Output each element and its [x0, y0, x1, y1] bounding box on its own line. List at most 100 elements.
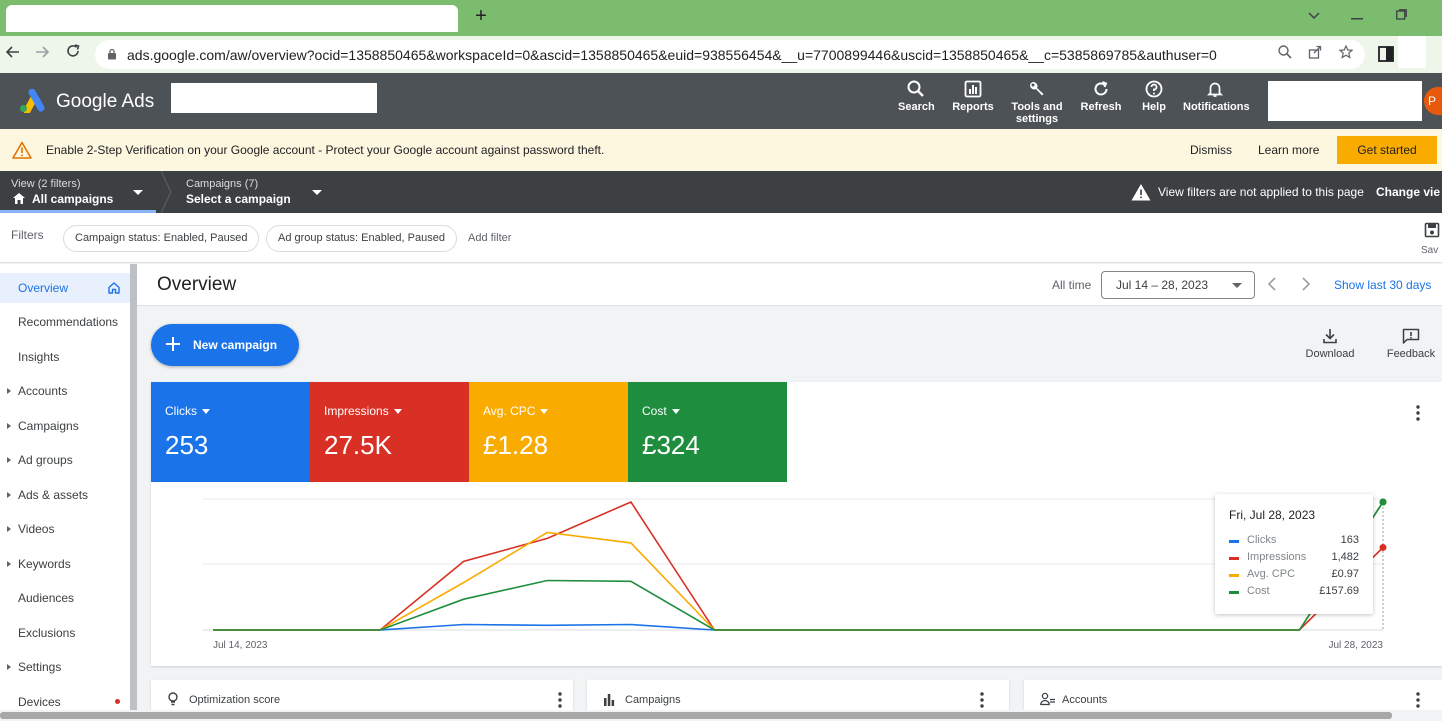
sidebar-scrollbar[interactable]	[130, 264, 137, 710]
minimize-icon[interactable]	[1342, 4, 1372, 26]
header-reports-button[interactable]: Reports	[951, 80, 995, 113]
page-title: Overview	[157, 274, 237, 295]
sidebar-item-keywords[interactable]: Keywords	[0, 549, 130, 579]
download-button[interactable]: Download	[1301, 328, 1359, 360]
series-line-cost	[213, 501, 1384, 631]
zoom-icon[interactable]	[1275, 45, 1295, 65]
browser-address-bar: ads.google.com/aw/overview?ocid=13588504…	[0, 36, 1442, 73]
wrench-icon	[1030, 82, 1044, 96]
metric-impressions[interactable]: Impressions 27.5K	[310, 382, 469, 482]
filter-chip-ad-group-status[interactable]: Ad group status: Enabled, Paused	[266, 225, 457, 252]
header-refresh-button[interactable]: Refresh	[1080, 80, 1122, 113]
forward-icon[interactable]	[31, 44, 53, 64]
tooltip-date: Fri, Jul 28, 2023	[1229, 508, 1316, 522]
tooltip-series-name: Impressions	[1247, 551, 1307, 563]
horizontal-scrollbar-thumb[interactable]	[0, 712, 1392, 719]
horizontal-scrollbar[interactable]	[0, 710, 1442, 721]
chart-more-options-icon[interactable]	[1416, 405, 1420, 421]
metric-caret-icon	[540, 409, 549, 415]
header-help-button[interactable]: Help	[1140, 80, 1168, 113]
sidebar-item-videos[interactable]: Videos	[0, 514, 130, 544]
metric-caret-icon	[202, 409, 210, 415]
expand-arrow-icon	[7, 457, 11, 463]
get-started-button[interactable]: Get started	[1337, 136, 1437, 164]
card-title: Accounts	[1062, 694, 1108, 706]
feedback-button[interactable]: Feedback	[1385, 328, 1437, 360]
bookmark-star-icon[interactable]	[1336, 44, 1356, 65]
browser-tab-strip: +	[0, 0, 1442, 36]
sidebar-item-exclusions[interactable]: Exclusions	[0, 618, 130, 648]
filter-chip-campaign-status[interactable]: Campaign status: Enabled, Paused	[63, 225, 260, 252]
tooltip-series-name: Clicks	[1247, 534, 1277, 546]
card-more-options-icon[interactable]	[558, 692, 562, 708]
side-panel-icon[interactable]	[1377, 45, 1395, 63]
previous-period-icon[interactable]	[1266, 276, 1278, 292]
metric-avg-cpc[interactable]: Avg. CPC £1.28	[469, 382, 628, 482]
add-filter-button[interactable]: Add filter	[468, 232, 511, 244]
header-tools-label: Tools and settings	[1011, 101, 1063, 125]
card-more-options-icon[interactable]	[1416, 692, 1420, 708]
tooltip-row-clicks: Clicks 163	[1229, 533, 1359, 549]
reload-icon[interactable]	[62, 44, 84, 64]
card-more-options-icon[interactable]	[980, 692, 984, 708]
sidebar-item-accounts[interactable]: Accounts	[0, 376, 130, 406]
expand-arrow-icon	[7, 388, 11, 394]
sidebar-item-ads-assets[interactable]: Ads & assets	[0, 480, 130, 510]
chart-tooltip: Fri, Jul 28, 2023 Clicks 163 Impressions…	[1215, 494, 1373, 614]
series-line-avg-cpc	[213, 501, 1384, 631]
sidebar-item-insights[interactable]: Insights	[0, 342, 130, 372]
home-icon	[108, 282, 120, 294]
tooltip-series-value: £157.69	[1319, 585, 1359, 597]
metric-cost[interactable]: Cost £324	[628, 382, 787, 482]
share-icon[interactable]	[1305, 45, 1325, 65]
header-tools-button[interactable]: Tools and settings	[1009, 80, 1065, 125]
sidebar-item-label: Accounts	[18, 384, 68, 398]
browser-tab[interactable]	[6, 5, 458, 32]
view-name: All campaigns	[32, 192, 114, 206]
metric-clicks[interactable]: Clicks 253	[151, 382, 310, 482]
account-name-box[interactable]	[171, 83, 377, 113]
download-label: Download	[1305, 348, 1355, 360]
tab-search-chevron-icon[interactable]	[1299, 4, 1329, 26]
header-search-button[interactable]: Search	[898, 80, 935, 113]
sidebar-item-campaigns[interactable]: Campaigns	[0, 411, 130, 441]
maximize-icon[interactable]	[1386, 4, 1416, 26]
header-refresh-label: Refresh	[1080, 101, 1122, 113]
header-notifications-button[interactable]: Notifications	[1183, 80, 1250, 113]
user-avatar[interactable]: P	[1424, 87, 1442, 115]
sidebar-item-label: Videos	[18, 522, 55, 536]
date-range-selector[interactable]: Jul 14 – 28, 2023	[1101, 271, 1255, 299]
sidebar-item-label: Ad groups	[18, 453, 73, 467]
new-tab-button[interactable]: +	[470, 5, 492, 27]
x-axis-start-label: Jul 14, 2023	[213, 640, 268, 651]
sidebar-item-recommendations[interactable]: Recommendations	[0, 307, 130, 337]
card-title: Optimization score	[189, 694, 281, 706]
url-omnibox[interactable]: ads.google.com/aw/overview?ocid=13588504…	[95, 40, 1365, 69]
browser-profile-avatar[interactable]	[1398, 36, 1426, 68]
sidebar-item-audiences[interactable]: Audiences	[0, 583, 130, 613]
header-account-search-box[interactable]	[1268, 81, 1422, 121]
breadcrumb-chevron-icon	[160, 171, 172, 213]
save-filter-icon[interactable]	[1424, 222, 1440, 238]
back-icon[interactable]	[2, 44, 24, 64]
view-selector[interactable]: View (2 filters) All campaigns	[0, 171, 156, 213]
new-campaign-button[interactable]: New campaign	[151, 324, 299, 366]
dismiss-button[interactable]: Dismiss	[1190, 143, 1232, 157]
sidebar-item-ad-groups[interactable]: Ad groups	[0, 445, 130, 475]
learn-more-link[interactable]: Learn more	[1258, 143, 1319, 157]
change-view-button[interactable]: Change vie	[1376, 185, 1440, 199]
bar-chart-icon	[604, 694, 615, 706]
next-period-icon[interactable]	[1300, 276, 1312, 292]
show-last-30-days-link[interactable]: Show last 30 days	[1334, 278, 1431, 292]
campaign-select-label: Select a campaign	[186, 192, 291, 206]
lightbulb-icon	[168, 692, 178, 706]
sidebar-item-label: Settings	[18, 660, 62, 674]
new-campaign-label: New campaign	[193, 338, 278, 352]
expand-arrow-icon	[7, 492, 11, 498]
banner-message: Enable 2-Step Verification on your Googl…	[46, 143, 604, 157]
sidebar-item-settings[interactable]: Settings	[0, 652, 130, 682]
view-filters-count: View (2 filters)	[11, 178, 81, 190]
tooltip-row-cost: Cost £157.69	[1229, 584, 1359, 600]
date-caret-icon	[1232, 283, 1242, 288]
sidebar-item-overview[interactable]: Overview	[0, 273, 130, 303]
